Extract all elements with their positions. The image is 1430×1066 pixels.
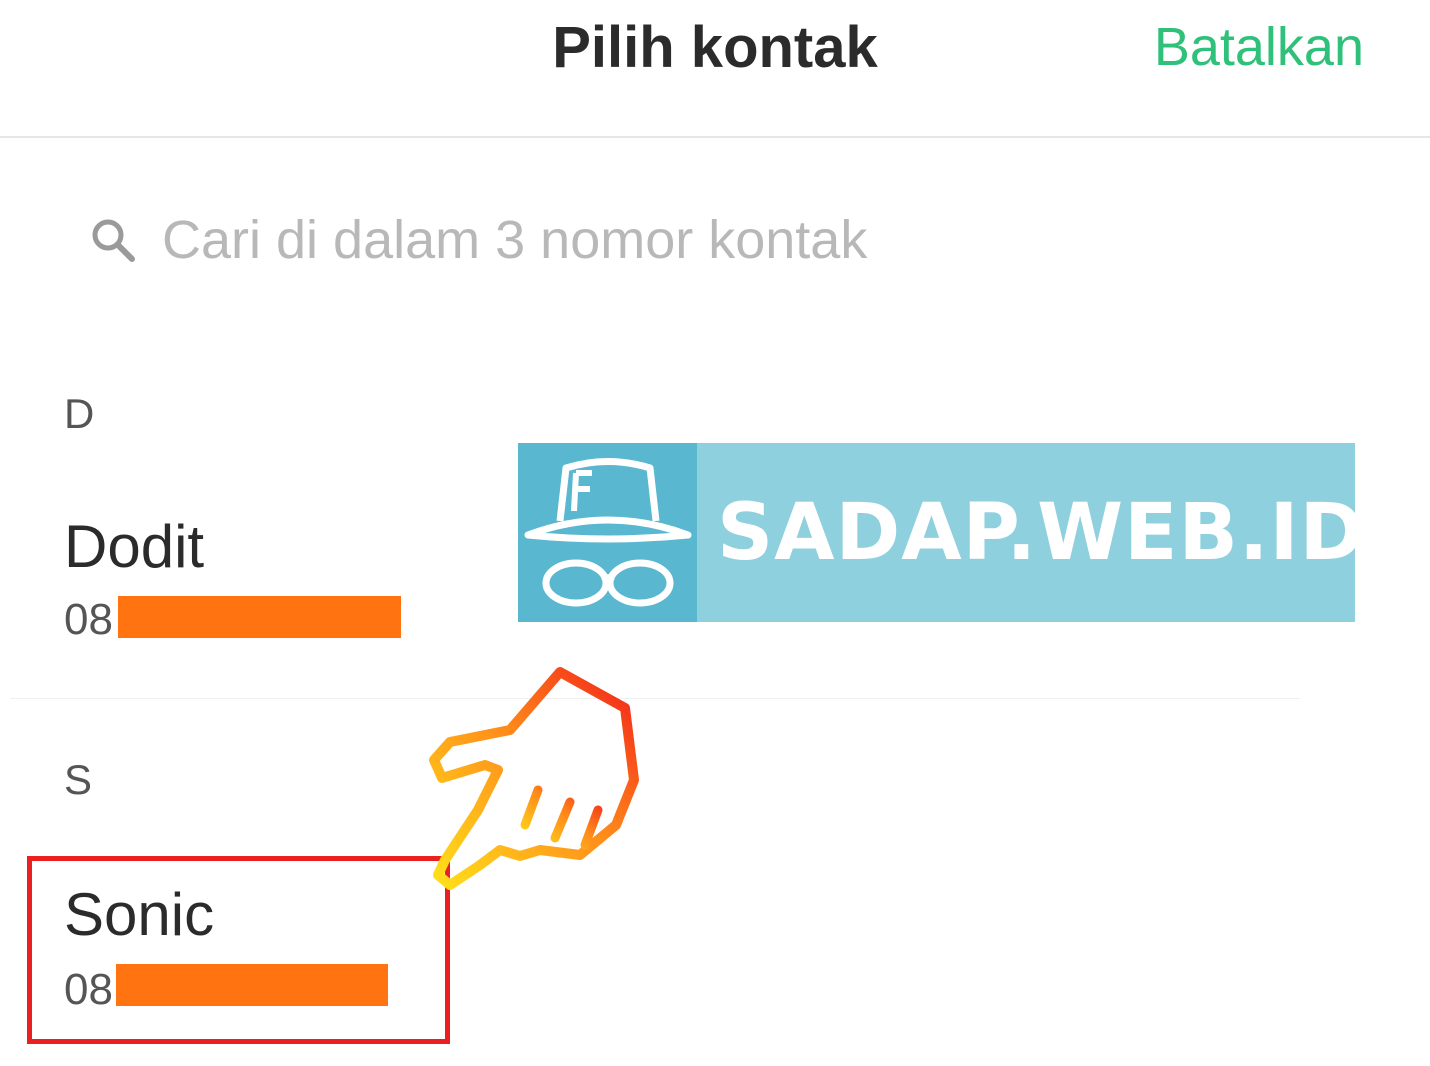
phone-redaction [118,596,401,638]
search-icon [92,219,135,262]
contact-phone: 08 [64,595,113,645]
search-input[interactable] [162,209,1312,271]
section-header-s: S [64,756,93,803]
incognito-hat-glasses-icon [518,443,697,622]
contact-name: Dodit [64,513,205,580]
phone-prefix: 08 [64,595,113,644]
contact-picker-screen: Pilih kontak Batalkan D Dodit 08 S Sonic… [0,0,1430,1066]
section-header-d: D [64,390,95,437]
search-bar[interactable] [70,190,1360,290]
watermark-banner: SADAP.WEB.ID [518,443,1364,622]
header-bar: Pilih kontak Batalkan [0,0,1430,138]
highlight-box [27,856,450,1044]
pointing-hand-icon [429,667,639,890]
cancel-button[interactable]: Batalkan [1154,16,1364,78]
watermark-text: SADAP.WEB.ID [717,487,1366,578]
